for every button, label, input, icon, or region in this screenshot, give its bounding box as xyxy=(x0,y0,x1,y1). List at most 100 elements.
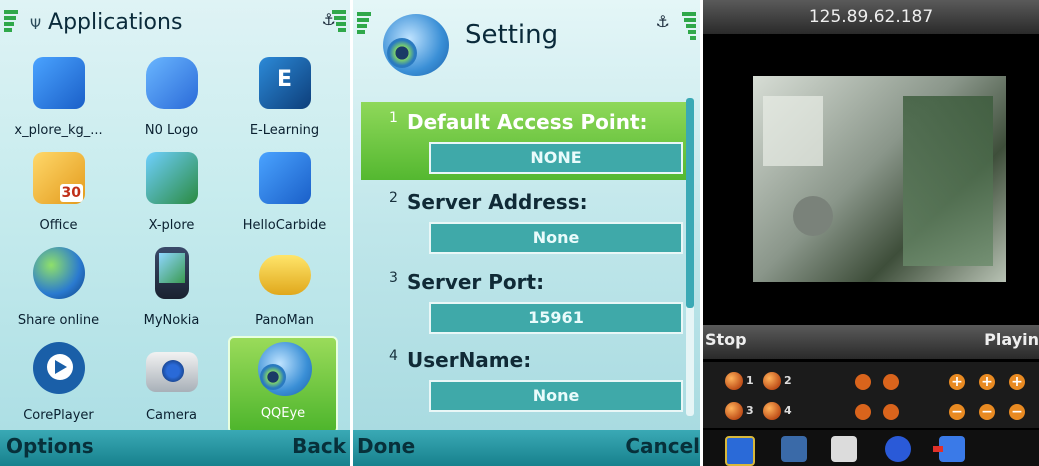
app-panoman[interactable]: PanoMan xyxy=(232,245,337,337)
default-access-point-value[interactable]: NONE xyxy=(429,142,683,174)
setting-header: Setting ⚓ xyxy=(353,0,700,90)
softkey-bar: Options Back xyxy=(0,430,350,466)
options-softkey[interactable]: Options xyxy=(6,434,94,458)
server-address-value[interactable]: None xyxy=(429,222,683,254)
focus-out-icon[interactable]: − xyxy=(979,404,995,420)
channel-2-button[interactable] xyxy=(763,372,781,390)
app-label: QQEye xyxy=(260,406,306,421)
app-label: X-plore xyxy=(148,218,195,233)
ptz-control-panel: 1 2 3 4 + + + − − − xyxy=(703,362,1039,428)
qqeye-icon xyxy=(383,14,449,76)
applications-screen: Ψ Applications ⚓ x_plore_kg_... N0 Logo … xyxy=(0,0,350,466)
setting-screen: Setting ⚓ 1 Default Access Point: NONE 2… xyxy=(353,0,700,466)
settings-gear-icon[interactable] xyxy=(885,436,911,462)
battery-icon xyxy=(682,12,696,40)
panoman-icon xyxy=(259,255,311,295)
app-x-plore-kg[interactable]: x_plore_kg_... xyxy=(6,55,111,147)
camera-icon xyxy=(146,352,198,392)
field-label: Server Port: xyxy=(407,270,545,294)
cancel-softkey[interactable]: Cancel xyxy=(625,434,700,458)
page-title: Ψ Applications xyxy=(30,10,183,35)
back-softkey[interactable]: Back xyxy=(292,434,346,458)
x-plore-app-icon xyxy=(146,152,198,204)
play-icon xyxy=(33,342,85,394)
field-label: Default Access Point: xyxy=(407,110,648,134)
stop-button[interactable]: Stop xyxy=(705,330,747,349)
iris-close-icon[interactable]: − xyxy=(1009,404,1025,420)
bottom-toolbar xyxy=(703,430,1039,466)
page-title: Setting xyxy=(465,20,559,50)
channel-label: 4 xyxy=(784,404,792,417)
playback-status-bar: Stop Playin xyxy=(703,325,1039,359)
app-label: Office xyxy=(39,218,78,233)
arrow-up-icon[interactable] xyxy=(855,374,871,390)
playing-status: Playin xyxy=(984,330,1039,349)
app-hello-carbide[interactable]: HelloCarbide xyxy=(232,150,337,242)
arrow-down-icon[interactable] xyxy=(855,404,871,420)
signal-strength-icon xyxy=(357,12,371,34)
home-icon[interactable] xyxy=(725,436,755,466)
phone-icon xyxy=(155,247,189,299)
app-label: PanoMan xyxy=(255,313,314,328)
softkey-bar: Done Cancel xyxy=(353,430,700,466)
app-x-plore[interactable]: X-plore xyxy=(119,150,224,242)
app-label: CorePlayer xyxy=(23,408,94,423)
app-e-learning[interactable]: E E-Learning xyxy=(232,55,337,147)
scrollbar-thumb[interactable] xyxy=(686,98,694,308)
zoom-out-icon[interactable]: − xyxy=(949,404,965,420)
arrow-right-icon[interactable] xyxy=(883,404,899,420)
field-number: 3 xyxy=(389,270,398,286)
server-port-value[interactable]: 15961 xyxy=(429,302,683,334)
username-value[interactable]: None xyxy=(429,380,683,412)
zoom-in-icon[interactable]: + xyxy=(949,374,965,390)
field-label: Server Address: xyxy=(407,190,588,214)
server-port-field[interactable]: 3 Server Port: 15961 xyxy=(361,262,689,340)
server-address-field[interactable]: 2 Server Address: None xyxy=(361,182,689,260)
app-share-online[interactable]: Share online xyxy=(6,245,111,337)
x-plore-icon xyxy=(33,57,85,109)
iris-open-icon[interactable]: + xyxy=(1009,374,1025,390)
channel-label: 3 xyxy=(746,404,754,417)
connection-icon: ⚓ xyxy=(655,12,670,31)
focus-in-icon[interactable]: + xyxy=(979,374,995,390)
calendar-day: 30 xyxy=(59,184,83,202)
app-label: E-Learning xyxy=(249,123,320,138)
e-learning-icon: E xyxy=(259,57,311,109)
camera-viewer-screen: 125.89.62.187 Stop Playin 1 2 3 4 + + + … xyxy=(703,0,1039,466)
app-label: N0 Logo xyxy=(144,123,199,138)
exit-icon[interactable] xyxy=(933,436,965,462)
antenna-icon: Ψ xyxy=(30,17,42,33)
app-camera[interactable]: Camera xyxy=(119,340,224,432)
field-label: UserName: xyxy=(407,348,532,372)
channel-3-button[interactable] xyxy=(725,402,743,420)
image-icon[interactable] xyxy=(781,436,807,462)
app-qqeye[interactable]: QQEye xyxy=(228,336,338,434)
app-office[interactable]: 30 Office xyxy=(6,150,111,242)
channel-label: 1 xyxy=(746,374,754,387)
default-access-point-field[interactable]: 1 Default Access Point: NONE xyxy=(361,102,689,180)
hello-carbide-icon xyxy=(259,152,311,204)
field-number: 4 xyxy=(389,348,398,364)
app-label: Share online xyxy=(17,313,100,328)
office-folder-icon: 30 xyxy=(33,152,85,204)
field-number: 1 xyxy=(389,110,398,126)
signal-strength-icon xyxy=(4,10,18,32)
app-n0-logo[interactable]: N0 Logo xyxy=(119,55,224,147)
app-label: HelloCarbide xyxy=(242,218,327,233)
scrollbar[interactable] xyxy=(686,98,694,416)
app-label: Camera xyxy=(145,408,198,423)
done-softkey[interactable]: Done xyxy=(357,434,415,458)
channel-label: 2 xyxy=(784,374,792,387)
globe-icon xyxy=(33,247,85,299)
server-ip-label: 125.89.62.187 xyxy=(703,0,1039,34)
qqeye-icon xyxy=(258,342,312,396)
app-coreplayer[interactable]: CorePlayer xyxy=(6,340,111,432)
battery-icon xyxy=(332,10,346,32)
username-field[interactable]: 4 UserName: None xyxy=(361,340,689,418)
app-label: MyNokia xyxy=(143,313,200,328)
snapshot-icon[interactable] xyxy=(831,436,857,462)
channel-4-button[interactable] xyxy=(763,402,781,420)
app-mynokia[interactable]: MyNokia xyxy=(119,245,224,337)
arrow-left-icon[interactable] xyxy=(883,374,899,390)
channel-1-button[interactable] xyxy=(725,372,743,390)
